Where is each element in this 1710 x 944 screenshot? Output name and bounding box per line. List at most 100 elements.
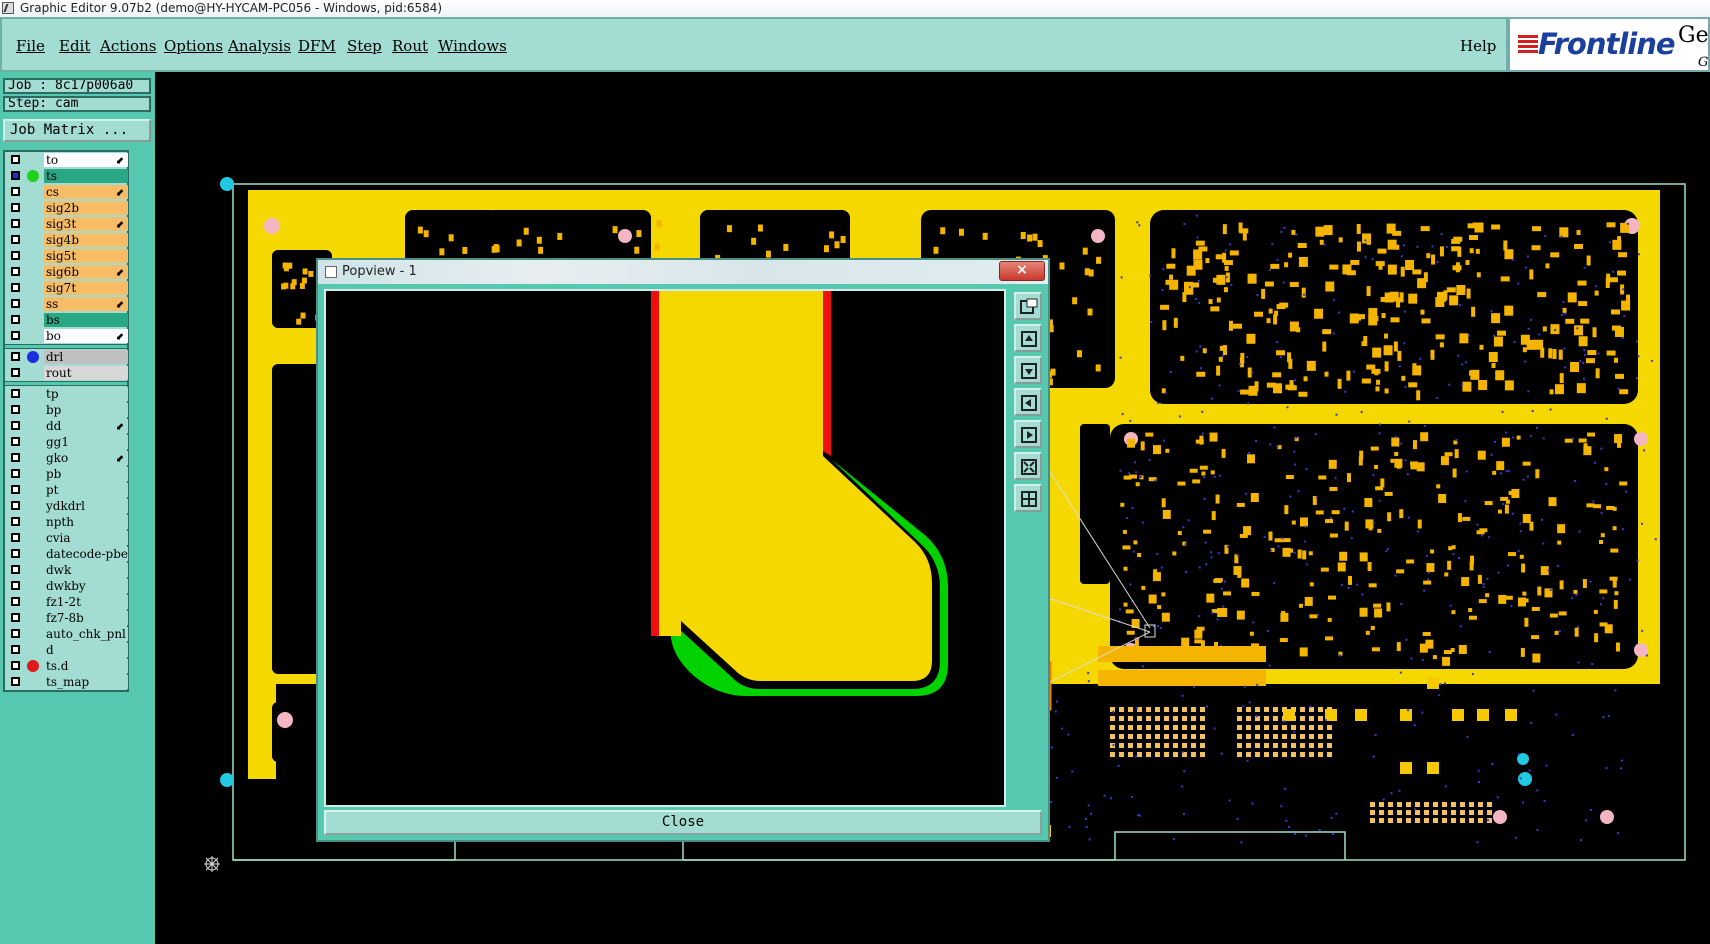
layer-name[interactable]: pt xyxy=(44,483,128,497)
layer-checkbox[interactable] xyxy=(11,645,20,654)
layer-row-fz7-8b[interactable]: fz7-8b xyxy=(5,610,128,626)
layer-name[interactable]: auto_chk_pnl xyxy=(44,627,128,641)
layer-row-tp[interactable]: tp xyxy=(5,386,128,402)
zoom-window-button[interactable] xyxy=(1014,292,1042,320)
layer-row-bs[interactable]: bs xyxy=(5,312,128,328)
layer-checkbox[interactable] xyxy=(11,267,20,276)
layer-row-sig4b[interactable]: sig4b xyxy=(5,232,128,248)
layer-checkbox[interactable] xyxy=(11,251,20,260)
layer-name[interactable]: fz7-8b xyxy=(44,611,128,625)
pan-down-button[interactable] xyxy=(1014,356,1042,384)
layer-name[interactable]: gko ⬋ xyxy=(44,451,128,465)
layer-name[interactable]: dd ⬋ xyxy=(44,419,128,433)
layer-row-ts[interactable]: ts xyxy=(5,168,128,184)
layer-checkbox[interactable] xyxy=(11,171,20,180)
layer-row-pt[interactable]: pt xyxy=(5,482,128,498)
layer-checkbox[interactable] xyxy=(11,453,20,462)
layer-row-npth[interactable]: npth xyxy=(5,514,128,530)
layer-checkbox[interactable] xyxy=(11,352,20,361)
layer-checkbox[interactable] xyxy=(11,565,20,574)
layer-checkbox[interactable] xyxy=(11,331,20,340)
layer-checkbox[interactable] xyxy=(11,368,20,377)
menu-actions[interactable]: Actions xyxy=(100,37,156,55)
layer-name[interactable]: drl xyxy=(44,350,128,364)
layer-name[interactable]: ts xyxy=(44,169,128,183)
layer-row-sig6b[interactable]: sig6b ⬋ xyxy=(5,264,128,280)
layer-row-ts_map[interactable]: ts_map xyxy=(5,674,128,690)
layer-checkbox[interactable] xyxy=(11,405,20,414)
layer-name[interactable]: sig3t ⬋ xyxy=(44,217,128,231)
pan-up-button[interactable] xyxy=(1014,324,1042,352)
menu-analysis[interactable]: Analysis xyxy=(228,37,291,55)
layer-name[interactable]: rout xyxy=(44,366,128,380)
popview-titlebar[interactable]: Popview - 1 × xyxy=(318,260,1048,284)
layer-checkbox[interactable] xyxy=(11,235,20,244)
layer-row-to[interactable]: to ⬋ xyxy=(5,152,128,168)
layer-checkbox[interactable] xyxy=(11,501,20,510)
menu-dfm[interactable]: DFM xyxy=(298,37,336,55)
layer-row-sig2b[interactable]: sig2b xyxy=(5,200,128,216)
layer-name[interactable]: fz1-2t xyxy=(44,595,128,609)
layer-name[interactable]: npth xyxy=(44,515,128,529)
layer-row-auto_chk_pnl[interactable]: auto_chk_pnl xyxy=(5,626,128,642)
layer-name[interactable]: to ⬋ xyxy=(44,153,128,167)
layer-row-sig7t[interactable]: sig7t xyxy=(5,280,128,296)
layer-name[interactable]: sig6b ⬋ xyxy=(44,265,128,279)
layer-checkbox[interactable] xyxy=(11,219,20,228)
layer-row-sig3t[interactable]: sig3t ⬋ xyxy=(5,216,128,232)
layer-row-dwkby[interactable]: dwkby xyxy=(5,578,128,594)
menu-options[interactable]: Options xyxy=(164,37,223,55)
layer-name[interactable]: datecode-pbe xyxy=(44,547,128,561)
layer-checkbox[interactable] xyxy=(11,661,20,670)
layer-name[interactable]: gg1 xyxy=(44,435,128,449)
layer-row-bo[interactable]: bo ⬋ xyxy=(5,328,128,344)
layer-row-pb[interactable]: pb xyxy=(5,466,128,482)
layer-checkbox[interactable] xyxy=(11,581,20,590)
layer-row-sig5t[interactable]: sig5t xyxy=(5,248,128,264)
layer-row-cvia[interactable]: cvia xyxy=(5,530,128,546)
menu-rout[interactable]: Rout xyxy=(392,37,428,55)
layer-row-fz1-2t[interactable]: fz1-2t xyxy=(5,594,128,610)
layer-row-ss[interactable]: ss ⬋ xyxy=(5,296,128,312)
zoom-out-button[interactable] xyxy=(1014,484,1042,512)
layer-name[interactable]: bo ⬋ xyxy=(44,329,128,343)
layer-checkbox[interactable] xyxy=(11,421,20,430)
layer-checkbox[interactable] xyxy=(11,283,20,292)
layer-checkbox[interactable] xyxy=(11,299,20,308)
layer-row-bp[interactable]: bp xyxy=(5,402,128,418)
layer-row-gko[interactable]: gko ⬋ xyxy=(5,450,128,466)
layer-name[interactable]: ts.d xyxy=(44,659,128,673)
layer-row-d[interactable]: d xyxy=(5,642,128,658)
layer-row-cs[interactable]: cs ⬋ xyxy=(5,184,128,200)
layer-name[interactable]: bs xyxy=(44,313,128,327)
layer-name[interactable]: bp xyxy=(44,403,128,417)
layer-checkbox[interactable] xyxy=(11,389,20,398)
layer-checkbox[interactable] xyxy=(11,155,20,164)
layer-name[interactable]: sig5t xyxy=(44,249,128,263)
layer-checkbox[interactable] xyxy=(11,315,20,324)
layer-checkbox[interactable] xyxy=(11,597,20,606)
layer-checkbox[interactable] xyxy=(11,533,20,542)
layer-name[interactable]: sig4b xyxy=(44,233,128,247)
layer-row-datecode-pbe[interactable]: datecode-pbe xyxy=(5,546,128,562)
layer-checkbox[interactable] xyxy=(11,187,20,196)
layer-row-rout[interactable]: rout xyxy=(5,365,128,381)
zoom-fit-button[interactable] xyxy=(1014,452,1042,480)
pan-left-button[interactable] xyxy=(1014,388,1042,416)
layer-name[interactable]: ts_map xyxy=(44,675,128,689)
layer-name[interactable]: dwk xyxy=(44,563,128,577)
layer-name[interactable]: ydkdrl xyxy=(44,499,128,513)
popview-canvas[interactable] xyxy=(324,289,1006,807)
layer-checkbox[interactable] xyxy=(11,517,20,526)
menu-edit[interactable]: Edit xyxy=(59,37,90,55)
layer-checkbox[interactable] xyxy=(11,677,20,686)
layer-row-gg1[interactable]: gg1 xyxy=(5,434,128,450)
layer-name[interactable]: tp xyxy=(44,387,128,401)
layer-name[interactable]: ss ⬋ xyxy=(44,297,128,311)
menu-help[interactable]: Help xyxy=(1460,37,1496,55)
popview-close-x-button[interactable]: × xyxy=(999,261,1045,281)
layer-checkbox[interactable] xyxy=(11,469,20,478)
layer-row-ydkdrl[interactable]: ydkdrl xyxy=(5,498,128,514)
popview-close-button[interactable]: Close xyxy=(324,810,1042,835)
layer-checkbox[interactable] xyxy=(11,613,20,622)
